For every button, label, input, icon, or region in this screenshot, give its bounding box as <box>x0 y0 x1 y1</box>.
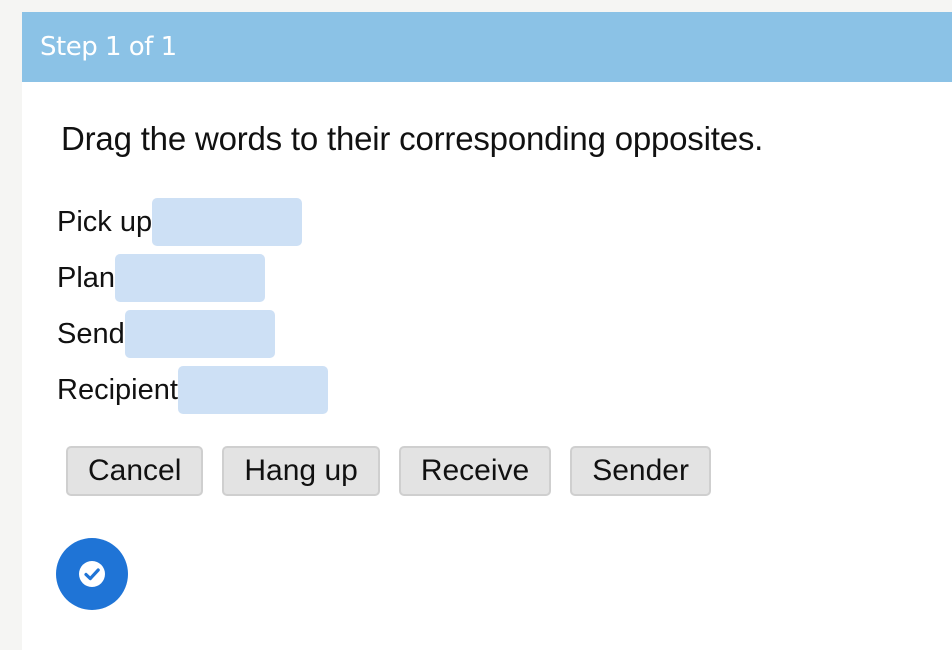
drop-zone-send[interactable] <box>124 310 275 358</box>
match-row-send: Send <box>57 310 275 358</box>
activity-panel: Step 1 of 1 Drag the words to their corr… <box>22 12 952 650</box>
match-row-plan: Plan <box>57 254 266 302</box>
check-circle-icon <box>79 561 105 587</box>
submit-answer-button[interactable] <box>56 538 128 610</box>
word-label: Send <box>57 317 125 350</box>
draggable-word-hang-up[interactable]: Hang up <box>222 446 380 496</box>
word-label: Recipient <box>57 373 178 406</box>
match-row-pick-up: Pick up <box>57 198 303 246</box>
step-header: Step 1 of 1 <box>22 12 952 82</box>
drop-zone-plan[interactable] <box>115 254 266 302</box>
draggable-word-receive[interactable]: Receive <box>398 446 552 496</box>
draggable-word-cancel[interactable]: Cancel <box>66 446 204 496</box>
drop-zone-pick-up[interactable] <box>152 198 303 246</box>
word-label: Plan <box>57 261 116 294</box>
word-label: Pick up <box>57 205 153 238</box>
instruction-text: Drag the words to their corresponding op… <box>61 120 764 157</box>
match-row-recipient: Recipient <box>57 366 328 414</box>
drop-zone-recipient[interactable] <box>177 366 328 414</box>
step-label: Step 1 of 1 <box>40 32 177 62</box>
draggable-word-sender[interactable]: Sender <box>570 446 711 496</box>
word-bank: Cancel Hang up Receive Sender <box>66 446 730 496</box>
